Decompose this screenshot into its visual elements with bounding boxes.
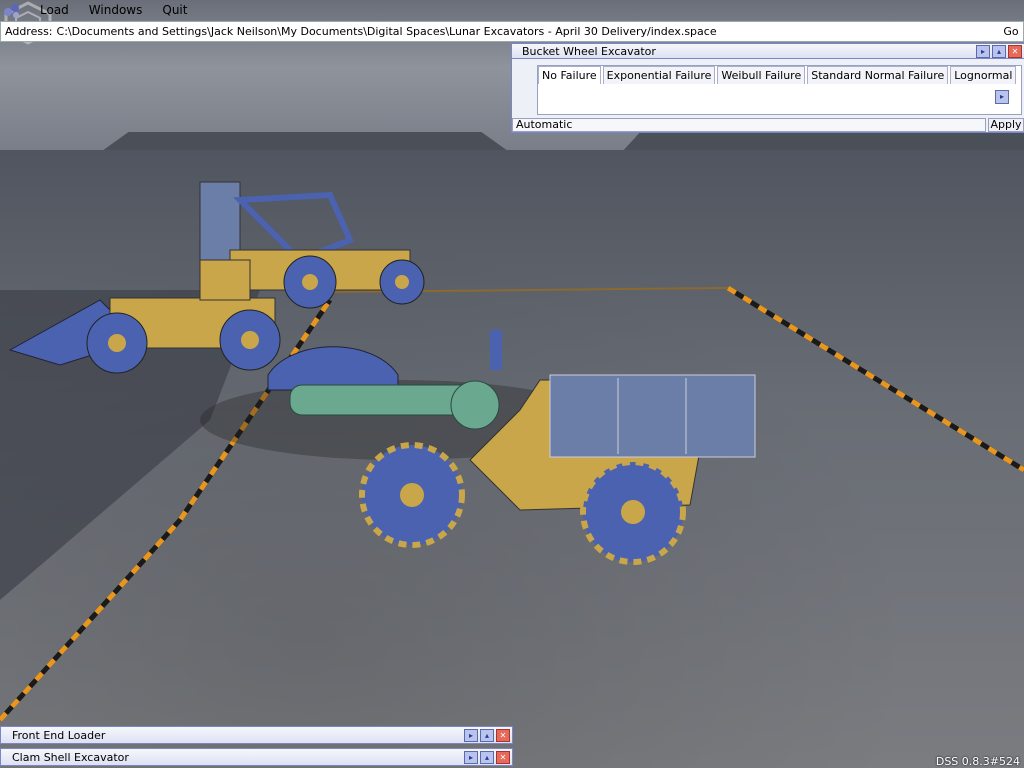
window-title: Front End Loader: [12, 728, 106, 742]
close-icon[interactable]: ✕: [496, 750, 510, 764]
menu-windows[interactable]: Windows: [79, 0, 153, 21]
menu-quit[interactable]: Quit: [152, 0, 197, 21]
tab-weibull-failure[interactable]: Weibull Failure: [717, 66, 806, 84]
panel-titlebar[interactable]: Bucket Wheel Excavator ▸ ▴ ✕: [512, 44, 1024, 59]
panel-title: Bucket Wheel Excavator: [522, 44, 656, 58]
app-logo-icon: [4, 3, 19, 18]
restore-icon[interactable]: ▸: [464, 750, 478, 764]
window-title: Clam Shell Excavator: [12, 750, 129, 764]
maximize-icon[interactable]: ▴: [480, 750, 494, 764]
bucket-wheel-excavator-panel: Bucket Wheel Excavator ▸ ▴ ✕ No Failure …: [511, 43, 1024, 133]
apply-button[interactable]: Apply: [988, 118, 1024, 132]
maximize-icon[interactable]: ▴: [480, 728, 494, 742]
window-controls: ▸ ▴ ✕: [464, 728, 512, 742]
minimize-icon[interactable]: ▸: [976, 44, 990, 58]
address-input[interactable]: C:\Documents and Settings\Jack Neilson\M…: [53, 25, 999, 38]
failure-model-tabs: No Failure Exponential Failure Weibull F…: [537, 65, 1022, 115]
menu-bar: Load Windows Quit: [0, 0, 1024, 21]
window-controls: ▸ ▴ ✕: [976, 44, 1024, 58]
close-icon[interactable]: ✕: [496, 728, 510, 742]
maximize-icon[interactable]: ▴: [992, 44, 1006, 58]
window-controls: ▸ ▴ ✕: [464, 750, 512, 764]
go-button[interactable]: Go: [999, 25, 1023, 38]
tab-lognormal[interactable]: Lognormal: [950, 66, 1017, 84]
tab-scroll-right-icon[interactable]: ▸: [995, 90, 1009, 104]
address-label: Address:: [5, 25, 53, 38]
restore-icon[interactable]: ▸: [464, 728, 478, 742]
mode-field[interactable]: Automatic: [512, 118, 986, 132]
front-end-loader-window[interactable]: Front End Loader ▸ ▴ ✕: [0, 726, 513, 744]
bucket-wheel-excavator: [200, 330, 756, 565]
tab-no-failure[interactable]: No Failure: [538, 66, 601, 84]
clam-shell-excavator-window[interactable]: Clam Shell Excavator ▸ ▴ ✕: [0, 748, 513, 766]
tab-standard-normal-failure[interactable]: Standard Normal Failure: [807, 66, 949, 84]
menu-load[interactable]: Load: [30, 0, 79, 21]
panel-footer: Automatic Apply: [512, 118, 1024, 132]
close-icon[interactable]: ✕: [1008, 44, 1022, 58]
tab-exponential-failure[interactable]: Exponential Failure: [602, 66, 716, 84]
address-bar: Address: C:\Documents and Settings\Jack …: [0, 21, 1024, 42]
version-label: DSS 0.8.3#524: [935, 755, 1020, 768]
